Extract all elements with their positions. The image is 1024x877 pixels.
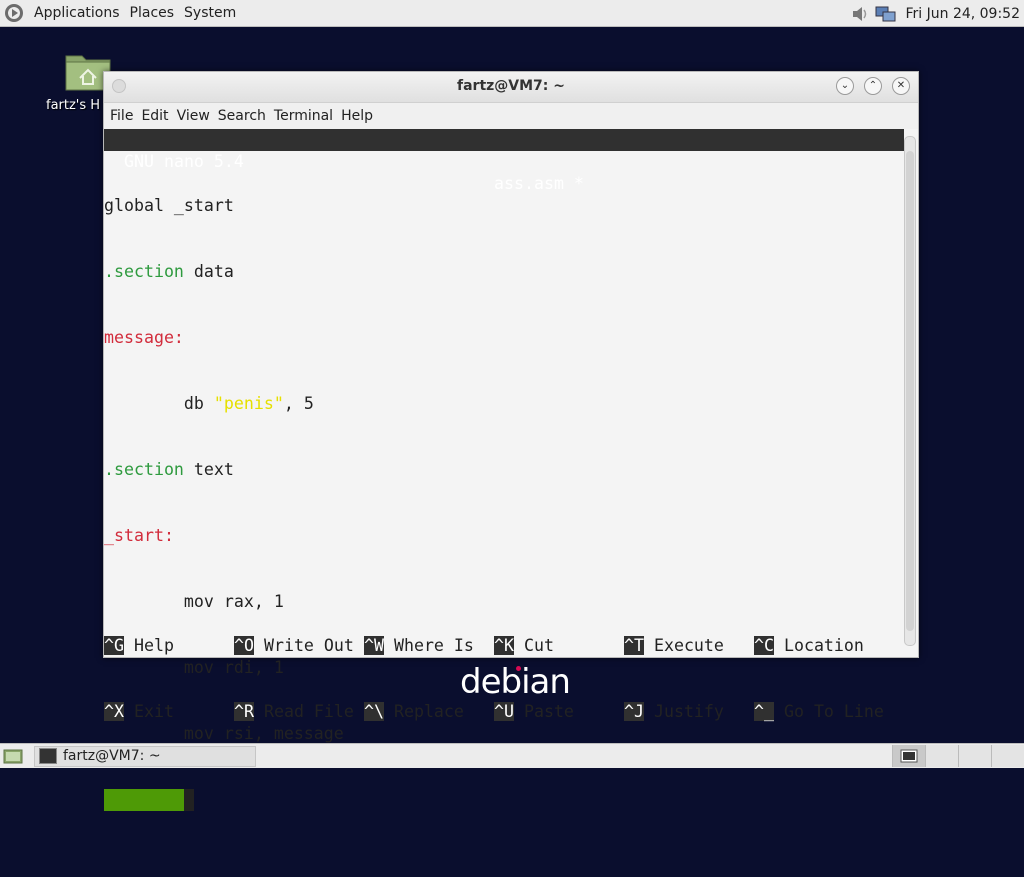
shortcut-label: Where Is bbox=[383, 636, 474, 655]
workspace-1[interactable] bbox=[892, 745, 925, 767]
code-label: message: bbox=[104, 328, 184, 347]
shortcut-replace[interactable]: ^\ Replace bbox=[364, 701, 464, 723]
menu-view[interactable]: View bbox=[173, 108, 214, 124]
menu-help[interactable]: Help bbox=[337, 108, 377, 124]
shortcut-location[interactable]: ^C Location bbox=[754, 635, 864, 657]
shortcut-read-file[interactable]: ^R Read File bbox=[234, 701, 354, 723]
code-text: , 5 bbox=[283, 394, 314, 413]
window-titlebar[interactable]: fartz@VM7: ~ ⌄ ⌃ ✕ bbox=[104, 72, 918, 103]
shortcut-label: Write Out bbox=[253, 636, 354, 655]
shortcut-row: ^G Help ^O Write Out ^W Where Is ^K Cut … bbox=[104, 635, 904, 657]
shortcut-label: Exit bbox=[123, 702, 174, 721]
shortcut-key: ^T bbox=[624, 636, 644, 655]
nano-filename: ass.asm * bbox=[494, 174, 584, 193]
shortcut-key: ^C bbox=[754, 636, 774, 655]
shortcut-key: ^W bbox=[364, 636, 384, 655]
shortcut-execute[interactable]: ^T Execute bbox=[624, 635, 724, 657]
menu-places[interactable]: Places bbox=[125, 5, 180, 21]
top-panel: Applications Places System Fri Jun 24, 0… bbox=[0, 0, 1024, 27]
workspace-2[interactable] bbox=[925, 745, 958, 767]
shortcut-label: Replace bbox=[383, 702, 464, 721]
window-controls: ⌄ ⌃ ✕ bbox=[836, 77, 910, 95]
panel-tray: Fri Jun 24, 09:52 bbox=[851, 0, 1020, 27]
nano-header: GNU nano 5.4 ass.asm * bbox=[104, 129, 904, 193]
maximize-icon[interactable]: ⌃ bbox=[864, 77, 882, 95]
scrollbar-thumb[interactable] bbox=[906, 151, 914, 631]
text-cursor bbox=[184, 789, 194, 811]
volume-icon[interactable] bbox=[851, 5, 871, 23]
window-menubar: File Edit View Search Terminal Help bbox=[104, 103, 918, 129]
menu-terminal[interactable]: Terminal bbox=[270, 108, 337, 124]
code-line: message: bbox=[104, 327, 344, 349]
code-line: global _start bbox=[104, 195, 344, 217]
code-text: text bbox=[183, 460, 234, 479]
shortcut-key: ^O bbox=[234, 636, 254, 655]
terminal-area[interactable]: GNU nano 5.4 ass.asm * global _start .se… bbox=[104, 129, 904, 811]
shortcut-justify[interactable]: ^J Justify bbox=[624, 701, 724, 723]
shortcut-key: ^G bbox=[104, 636, 124, 655]
shortcut-key: ^R bbox=[234, 702, 254, 721]
debian-menu-icon[interactable] bbox=[3, 2, 25, 24]
terminal-scrollbar[interactable] bbox=[904, 136, 916, 646]
network-icon[interactable] bbox=[875, 5, 897, 23]
close-icon[interactable]: ✕ bbox=[892, 77, 910, 95]
menu-search[interactable]: Search bbox=[214, 108, 270, 124]
nano-shortcuts: ^G Help ^O Write Out ^W Where Is ^K Cut … bbox=[104, 591, 904, 767]
shortcut-where-is[interactable]: ^W Where Is bbox=[364, 635, 474, 657]
workspace-window-icon bbox=[900, 749, 918, 763]
menu-system[interactable]: System bbox=[179, 5, 241, 21]
shortcut-key: ^\ bbox=[364, 702, 384, 721]
code-text: data bbox=[183, 262, 234, 281]
shortcut-help[interactable]: ^G Help bbox=[104, 635, 174, 657]
workspace-switcher bbox=[892, 745, 1024, 767]
menu-file[interactable]: File bbox=[106, 108, 137, 124]
taskbar-terminal-label: fartz@VM7: ~ bbox=[63, 748, 161, 764]
shortcut-label: Execute bbox=[643, 636, 724, 655]
shortcut-go-to-line[interactable]: ^_ Go To Line bbox=[754, 701, 884, 723]
code-line: _start: bbox=[104, 525, 344, 547]
shortcut-key: ^X bbox=[104, 702, 124, 721]
window-title: fartz@VM7: ~ bbox=[457, 78, 565, 94]
shortcut-label: Justify bbox=[643, 702, 724, 721]
shortcut-key: ^_ bbox=[754, 702, 774, 721]
workspace-4[interactable] bbox=[991, 745, 1024, 767]
minimize-icon[interactable]: ⌄ bbox=[836, 77, 854, 95]
shortcut-label: Cut bbox=[513, 636, 554, 655]
code-string: "penis" bbox=[213, 394, 284, 413]
shortcut-label: Location bbox=[773, 636, 864, 655]
shortcut-label: Help bbox=[123, 636, 174, 655]
terminal-icon bbox=[39, 748, 57, 764]
code-keyword: .section bbox=[104, 262, 184, 281]
shortcut-label: Paste bbox=[513, 702, 574, 721]
show-desktop-icon[interactable] bbox=[2, 747, 24, 765]
workspace-3[interactable] bbox=[958, 745, 991, 767]
code-keyword: .section bbox=[104, 460, 184, 479]
code-text: global _start bbox=[104, 196, 234, 215]
code-text: db bbox=[104, 394, 214, 413]
code-label: _start: bbox=[104, 526, 174, 545]
taskbar-terminal-button[interactable]: fartz@VM7: ~ bbox=[34, 745, 256, 767]
shortcut-key: ^J bbox=[624, 702, 644, 721]
code-line: .section data bbox=[104, 261, 344, 283]
terminal-window: fartz@VM7: ~ ⌄ ⌃ ✕ File Edit View Search… bbox=[103, 71, 919, 811]
shortcut-paste[interactable]: ^U Paste bbox=[494, 701, 574, 723]
shortcut-label: Read File bbox=[253, 702, 354, 721]
shortcut-label: Go To Line bbox=[773, 702, 884, 721]
menu-edit[interactable]: Edit bbox=[137, 108, 172, 124]
shortcut-key: ^K bbox=[494, 636, 514, 655]
menu-applications[interactable]: Applications bbox=[29, 5, 125, 21]
shortcut-exit[interactable]: ^X Exit bbox=[104, 701, 174, 723]
shortcut-write-out[interactable]: ^O Write Out bbox=[234, 635, 354, 657]
code-line: db "penis", 5 bbox=[104, 393, 344, 415]
code-line: .section text bbox=[104, 459, 344, 481]
clock[interactable]: Fri Jun 24, 09:52 bbox=[901, 6, 1020, 22]
shortcut-cut[interactable]: ^K Cut bbox=[494, 635, 554, 657]
bottom-taskbar: fartz@VM7: ~ bbox=[0, 743, 1024, 768]
shortcut-row: ^X Exit ^R Read File ^\ Replace ^U Paste… bbox=[104, 701, 904, 723]
shortcut-key: ^U bbox=[494, 702, 514, 721]
